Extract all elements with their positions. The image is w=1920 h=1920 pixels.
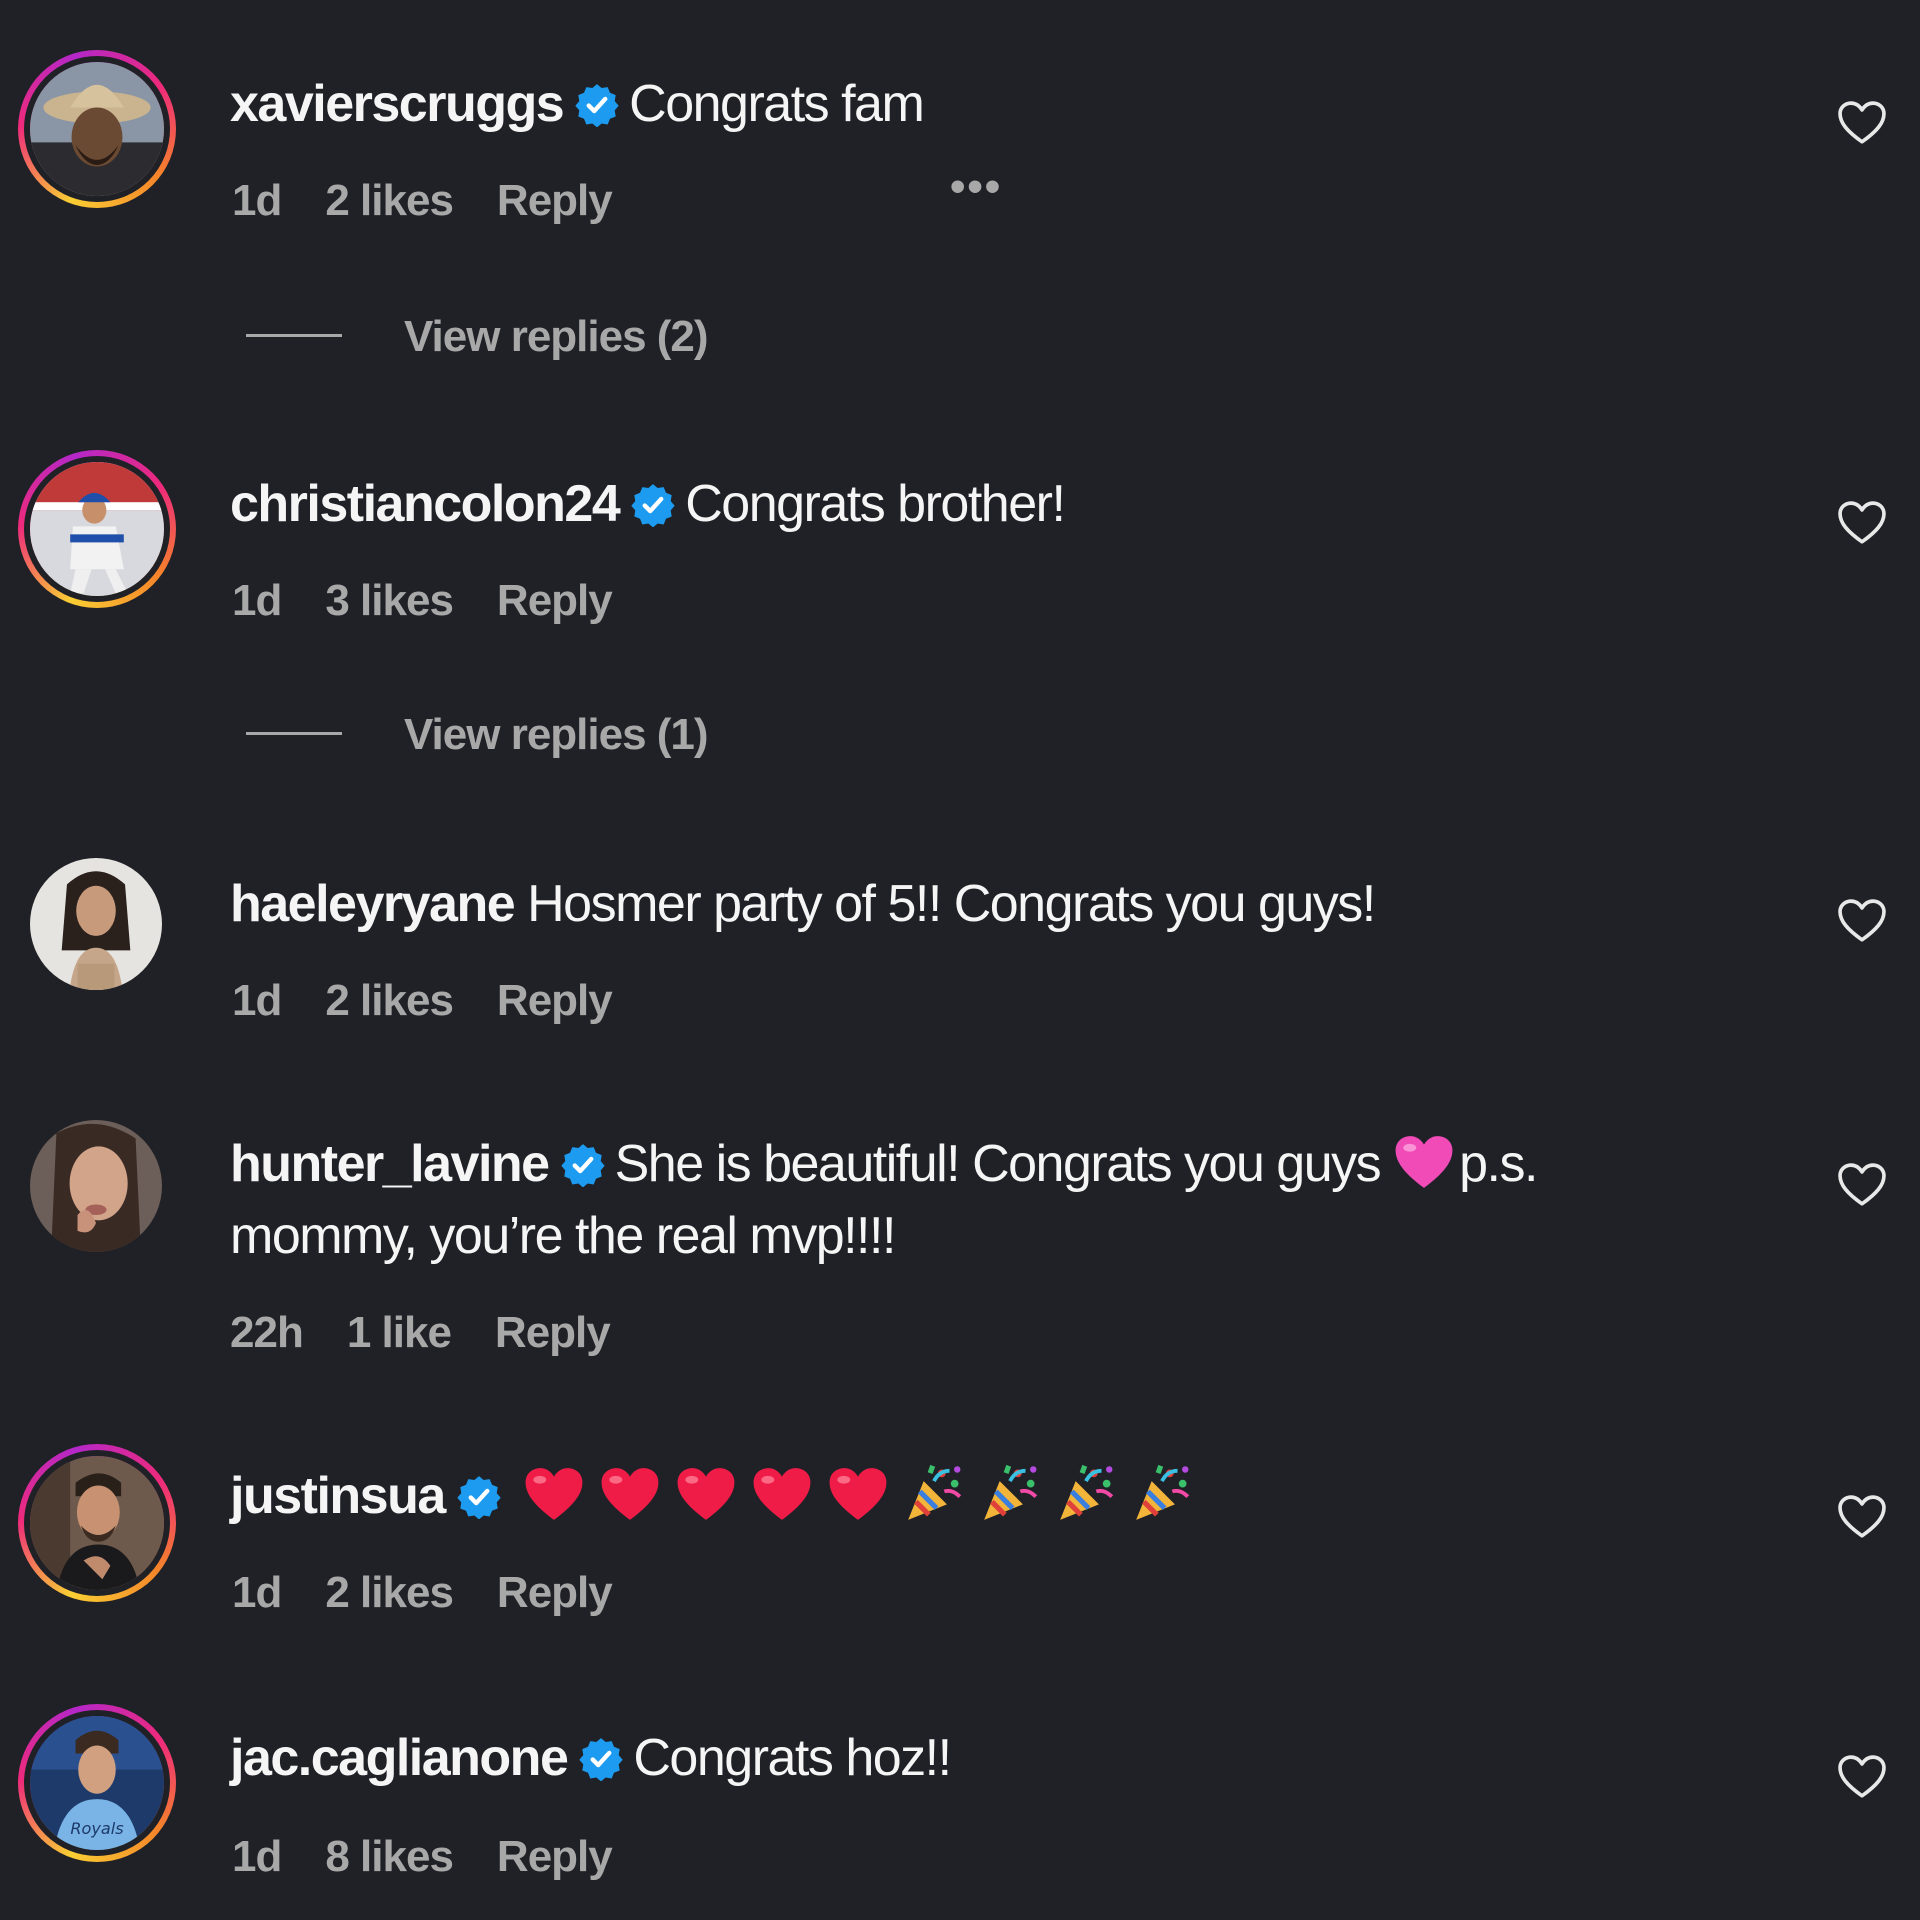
comment-time: 1d	[232, 976, 282, 1025]
avatar-wrapper[interactable]	[30, 1120, 162, 1252]
red-heart-emoji-icon	[675, 1463, 737, 1525]
username[interactable]: haeleyryane	[230, 875, 516, 933]
party-popper-emoji-icon	[903, 1463, 965, 1525]
avatar-image	[30, 62, 164, 196]
username[interactable]: justinsua	[230, 1467, 446, 1525]
comment-body: jac.caglianone Congrats hoz!!	[230, 1722, 1710, 1794]
avatar: Royals	[24, 1710, 170, 1856]
reply-button[interactable]: Reply	[497, 976, 613, 1025]
verified-badge-icon	[561, 1143, 605, 1187]
comment-time: 1d	[232, 1832, 282, 1881]
party-popper-emoji-icon	[1131, 1463, 1193, 1525]
view-replies-label: View replies (1)	[404, 710, 709, 759]
username[interactable]: xavierscruggs	[230, 75, 565, 133]
heart-outline-icon[interactable]	[1836, 1162, 1888, 1208]
comment-meta: 1d 3 likes Reply	[232, 576, 656, 626]
username[interactable]: hunter_lavine	[230, 1135, 550, 1193]
avatar	[30, 1120, 162, 1252]
comment-meta: 1d 2 likes Reply •••	[232, 162, 1000, 226]
red-heart-emoji-icon	[751, 1463, 813, 1525]
comment-time: 1d	[232, 176, 282, 225]
comment-time: 22h	[230, 1308, 304, 1357]
likes-count[interactable]: 2 likes	[325, 976, 454, 1025]
view-replies-button[interactable]: View replies (1)	[246, 710, 709, 760]
comment-text: Congrats hoz!!	[633, 1729, 952, 1787]
username[interactable]: jac.caglianone	[230, 1729, 569, 1787]
avatar-image	[30, 462, 164, 596]
avatar-story-ring[interactable]: Royals	[18, 1704, 176, 1862]
comment-body: justinsua	[230, 1460, 1710, 1532]
avatar	[24, 456, 170, 602]
comment-text: Hosmer party of 5!! Congrats you guys!	[527, 875, 1376, 933]
view-replies-button[interactable]: View replies (2)	[246, 312, 709, 362]
likes-count[interactable]: 8 likes	[325, 1832, 454, 1881]
avatar	[24, 56, 170, 202]
heart-outline-icon[interactable]	[1836, 898, 1888, 944]
divider	[246, 334, 342, 337]
heart-outline-icon[interactable]	[1836, 1494, 1888, 1540]
verified-badge-icon	[579, 1737, 623, 1781]
red-heart-emoji-icon	[827, 1463, 889, 1525]
party-popper-emoji-icon	[979, 1463, 1041, 1525]
comment-time: 1d	[232, 1568, 282, 1617]
avatar-image	[30, 858, 162, 990]
likes-count[interactable]: 2 likes	[325, 176, 454, 225]
avatar	[24, 1450, 170, 1596]
comment-body: hunter_lavine She is beautiful! Congrats …	[230, 1128, 1710, 1272]
reply-button[interactable]: Reply	[497, 576, 613, 625]
avatar	[30, 858, 162, 990]
comment-meta: 1d 2 likes Reply	[232, 1568, 656, 1618]
more-options-icon[interactable]: •••	[950, 162, 1002, 212]
reply-button[interactable]: Reply	[497, 176, 613, 225]
comment-time: 1d	[232, 576, 282, 625]
svg-text:Royals: Royals	[70, 1819, 124, 1838]
comment-body: haeleyryane Hosmer party of 5!! Congrats…	[230, 868, 1710, 940]
verified-badge-icon	[575, 83, 619, 127]
likes-count[interactable]: 3 likes	[325, 576, 454, 625]
username[interactable]: christiancolon24	[230, 475, 621, 533]
likes-count[interactable]: 2 likes	[325, 1568, 454, 1617]
verified-badge-icon	[631, 483, 675, 527]
comment-text: She is beautiful! Congrats you guys	[614, 1135, 1382, 1193]
comment-meta: 1d 2 likes Reply	[232, 976, 656, 1026]
comment-meta: 22h 1 like Reply	[230, 1308, 654, 1358]
comment-body: christiancolon24 Congrats brother!	[230, 468, 1710, 540]
verified-badge-icon	[457, 1475, 501, 1519]
comment-text: Congrats fam	[629, 75, 925, 133]
avatar-image	[30, 1120, 162, 1252]
reply-button[interactable]: Reply	[497, 1568, 613, 1617]
view-replies-label: View replies (2)	[404, 312, 709, 361]
divider	[246, 732, 342, 735]
reply-button[interactable]: Reply	[497, 1832, 613, 1881]
avatar-story-ring[interactable]	[18, 50, 176, 208]
heart-outline-icon[interactable]	[1836, 500, 1888, 546]
red-heart-emoji-icon	[523, 1463, 585, 1525]
heart-outline-icon[interactable]	[1836, 100, 1888, 146]
avatar-wrapper[interactable]	[30, 858, 162, 990]
comment-body: xavierscruggs Congrats fam	[230, 68, 1710, 140]
avatar-image: Royals	[30, 1716, 164, 1850]
avatar-story-ring[interactable]	[18, 450, 176, 608]
pink-heart-emoji-icon	[1393, 1131, 1455, 1193]
comment-meta: 1d 8 likes Reply	[232, 1832, 656, 1882]
comment-text: Congrats brother!	[685, 475, 1066, 533]
likes-count[interactable]: 1 like	[347, 1308, 452, 1357]
reply-button[interactable]: Reply	[495, 1308, 611, 1357]
red-heart-emoji-icon	[599, 1463, 661, 1525]
heart-outline-icon[interactable]	[1836, 1754, 1888, 1800]
avatar-story-ring[interactable]	[18, 1444, 176, 1602]
avatar-image	[30, 1456, 164, 1590]
party-popper-emoji-icon	[1055, 1463, 1117, 1525]
